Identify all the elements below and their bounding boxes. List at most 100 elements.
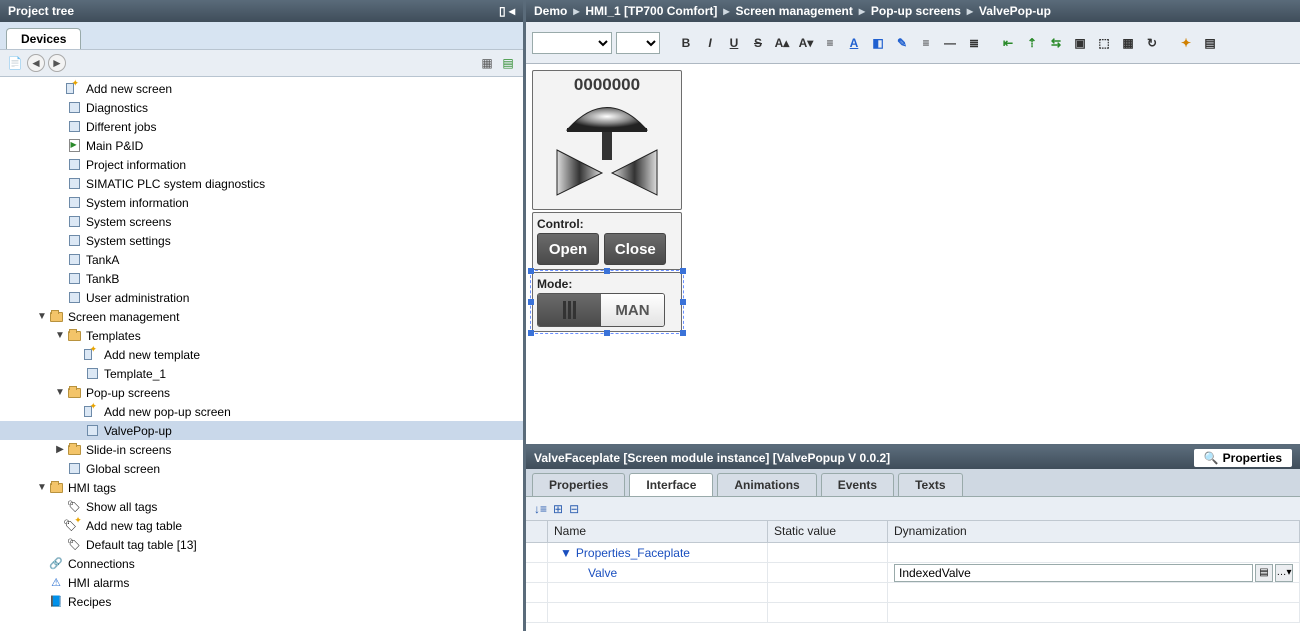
tree-node[interactable]: Project information	[0, 155, 523, 174]
project-tree[interactable]: ✦Add new screen Diagnostics Different jobs…	[0, 77, 523, 631]
tree-node-label: Diagnostics	[86, 101, 148, 115]
tree-node[interactable]: User administration	[0, 288, 523, 307]
tree-node[interactable]: 🏷✦Add new tag table	[0, 516, 523, 535]
screen-canvas[interactable]: 0000000	[526, 64, 1300, 444]
tree-node[interactable]: ⚠HMI alarms	[0, 573, 523, 592]
inspector-tab-animations[interactable]: Animations	[717, 473, 816, 496]
align-center-button[interactable]: ≡	[916, 33, 936, 53]
tree-node[interactable]: Global screen	[0, 459, 523, 478]
bold-button[interactable]: B	[676, 33, 696, 53]
col-name[interactable]: Name	[548, 521, 768, 542]
inspector-tab-texts[interactable]: Texts	[898, 473, 962, 496]
obj-align-top-button[interactable]: ⇡	[1022, 33, 1042, 53]
tree-node[interactable]: 🔗Connections	[0, 554, 523, 573]
dynamization-field[interactable]: IndexedValve	[894, 564, 1253, 582]
tree-node[interactable]: System information	[0, 193, 523, 212]
tree-node[interactable]: ▼Templates	[0, 326, 523, 345]
dyn-browse-button[interactable]: ▤	[1255, 564, 1273, 582]
dyn-more-button[interactable]: …▾	[1275, 564, 1293, 582]
underline-button[interactable]: U	[724, 33, 744, 53]
grid-row-item[interactable]: Valve IndexedValve ▤ …▾	[526, 563, 1300, 583]
tree-node[interactable]: ✦Add new screen	[0, 79, 523, 98]
font-color-button[interactable]: A	[844, 33, 864, 53]
highlight-button[interactable]: ✦	[1176, 33, 1196, 53]
breadcrumb-sep: ▸	[859, 4, 865, 18]
font-grow-button[interactable]: A▴	[772, 33, 792, 53]
resize-handle-w[interactable]	[528, 299, 534, 305]
col-dyn[interactable]: Dynamization	[888, 521, 1300, 542]
tree-node[interactable]: ▶Slide-in screens	[0, 440, 523, 459]
breadcrumb-item[interactable]: ValvePop-up	[979, 4, 1051, 18]
grid-row-group[interactable]: ▼ Properties_Faceplate	[526, 543, 1300, 563]
tree-node[interactable]: TankA	[0, 250, 523, 269]
tree-node[interactable]: System screens	[0, 212, 523, 231]
resize-handle-sw[interactable]	[528, 330, 534, 336]
tree-node[interactable]: Different jobs	[0, 117, 523, 136]
sort-icon[interactable]: ↓≡	[534, 502, 547, 516]
resize-handle-n[interactable]	[604, 268, 610, 274]
fill-color-button[interactable]: ◧	[868, 33, 888, 53]
breadcrumb-item[interactable]: Demo	[534, 4, 567, 18]
group-button[interactable]: ▣	[1070, 33, 1090, 53]
resize-handle-se[interactable]	[680, 330, 686, 336]
tree-node[interactable]: Diagnostics	[0, 98, 523, 117]
valign-button[interactable]: ≣	[964, 33, 984, 53]
inspector-properties-tab[interactable]: 🔍 Properties	[1194, 449, 1292, 467]
hline-button[interactable]: —	[940, 33, 960, 53]
new-item-button[interactable]: 📄	[6, 54, 24, 72]
resize-handle-ne[interactable]	[680, 268, 686, 274]
breadcrumb-item[interactable]: HMI_1 [TP700 Comfort]	[585, 4, 717, 18]
font-select[interactable]	[532, 32, 612, 54]
inspector-tab-events[interactable]: Events	[821, 473, 894, 496]
tree-node[interactable]: ValvePop-up	[0, 421, 523, 440]
resize-handle-e[interactable]	[680, 299, 686, 305]
tree-node[interactable]: ✦Add new template	[0, 345, 523, 364]
obj-align-left-button[interactable]: ⇤	[998, 33, 1018, 53]
tree-node[interactable]: 🏷Show all tags	[0, 497, 523, 516]
close-button[interactable]: Close	[604, 233, 666, 265]
tab-devices[interactable]: Devices	[6, 28, 81, 49]
rotate-button[interactable]: ↻	[1142, 33, 1162, 53]
italic-button[interactable]: I	[700, 33, 720, 53]
order-back-button[interactable]: ⬚	[1094, 33, 1114, 53]
collapse-icon[interactable]: ⊟	[569, 502, 579, 516]
strike-button[interactable]: S	[748, 33, 768, 53]
inspector-tab-interface[interactable]: Interface	[629, 473, 713, 496]
font-shrink-button[interactable]: A▾	[796, 33, 816, 53]
inspector-tab-properties[interactable]: Properties	[532, 473, 625, 496]
search-icon: 🔍	[1204, 451, 1219, 465]
col-static[interactable]: Static value	[768, 521, 888, 542]
layers-button[interactable]: ▤	[1200, 33, 1220, 53]
sync-button[interactable]: ▤	[499, 54, 517, 72]
expand-icon[interactable]: ⊞	[553, 502, 563, 516]
nav-fwd-button[interactable]: ►	[48, 54, 66, 72]
tree-node[interactable]: ▼Screen management	[0, 307, 523, 326]
align-left-button[interactable]: ≡	[820, 33, 840, 53]
breadcrumb-item[interactable]: Screen management	[735, 4, 852, 18]
resize-handle-s[interactable]	[604, 330, 610, 336]
resize-handle-nw[interactable]	[528, 268, 534, 274]
line-color-button[interactable]: ✎	[892, 33, 912, 53]
size-select[interactable]	[616, 32, 660, 54]
nav-back-button[interactable]: ◄	[27, 54, 45, 72]
tree-node[interactable]: Template_1	[0, 364, 523, 383]
tree-node[interactable]: SIMATIC PLC system diagnostics	[0, 174, 523, 193]
obj-dist-button[interactable]: ⇆	[1046, 33, 1066, 53]
open-button[interactable]: Open	[537, 233, 599, 265]
tree-node[interactable]: ▼HMI tags	[0, 478, 523, 497]
tree-node[interactable]: System settings	[0, 231, 523, 250]
grid-view-button[interactable]: ▦	[478, 54, 496, 72]
tree-node[interactable]: 🏷Default tag table [13]	[0, 535, 523, 554]
tree-node[interactable]: 📘Recipes	[0, 592, 523, 611]
valve-faceplate[interactable]: 0000000	[532, 70, 682, 334]
tree-node[interactable]: TankB	[0, 269, 523, 288]
control-box: Control: Open Close	[532, 212, 682, 270]
breadcrumb-item[interactable]: Pop-up screens	[871, 4, 961, 18]
tree-node[interactable]: Main P&ID	[0, 136, 523, 155]
tree-node[interactable]: ✦Add new pop-up screen	[0, 402, 523, 421]
tree-node-label: Pop-up screens	[86, 386, 170, 400]
control-label: Control:	[537, 217, 677, 231]
tree-node[interactable]: ▼Pop-up screens	[0, 383, 523, 402]
pin-icon[interactable]: ▯ ◂	[499, 4, 515, 18]
order-front-button[interactable]: ▦	[1118, 33, 1138, 53]
